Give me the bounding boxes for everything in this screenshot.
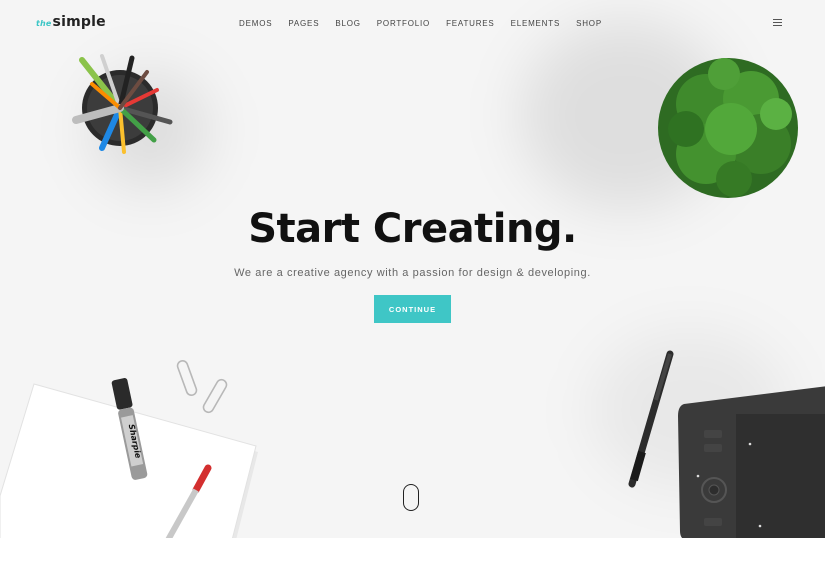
drawing-tablet-image <box>678 386 825 538</box>
stylus-pen-image <box>628 350 674 488</box>
nav-item-blog[interactable]: BLOG <box>335 19 360 28</box>
mouse-scroll-icon[interactable] <box>403 484 419 511</box>
nav-item-features[interactable]: FEATURES <box>446 19 494 28</box>
nav-item-shop[interactable]: SHOP <box>576 19 602 28</box>
continue-button[interactable]: CONTINUE <box>374 295 451 323</box>
sharpie-marker-image: Sharpie <box>111 378 148 480</box>
hero-headline: Start Creating. <box>248 206 577 252</box>
nav-item-pages[interactable]: PAGES <box>288 19 319 28</box>
pencil-cup-image <box>72 54 173 154</box>
main-nav: DEMOS PAGES BLOG PORTFOLIO FEATURES ELEM… <box>0 19 825 28</box>
potted-plant-image <box>658 58 798 198</box>
nav-item-elements[interactable]: ELEMENTS <box>511 19 561 28</box>
paperclips-image <box>176 359 228 414</box>
red-pencil-image <box>165 464 212 538</box>
nav-item-demos[interactable]: DEMOS <box>239 19 272 28</box>
page-below-fold <box>0 538 825 567</box>
nav-item-portfolio[interactable]: PORTFOLIO <box>377 19 430 28</box>
hero-section: Sharpie thesimple DEMOS PAGES BLOG PORTF <box>0 0 825 538</box>
hamburger-menu-icon[interactable] <box>773 19 782 26</box>
hero-subline: We are a creative agency with a passion … <box>234 267 591 279</box>
